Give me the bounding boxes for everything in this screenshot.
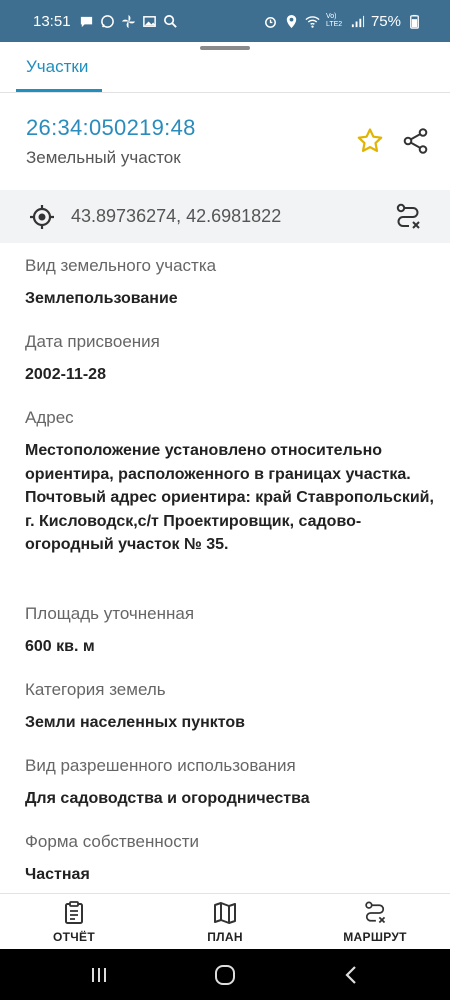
field-address: Адрес Местоположение установлено относит… [25, 407, 435, 557]
nav-plan-label: ПЛАН [207, 930, 243, 944]
coordinates-row[interactable]: 43.89736274, 42.6981822 [0, 190, 450, 243]
nav-report-label: ОТЧЁТ [53, 930, 95, 944]
field-label: Вид разрешенного использования [25, 756, 296, 775]
tab-parcels[interactable]: Участки [14, 52, 100, 92]
field-label: Дата присвоения [25, 332, 160, 351]
field-value: Землепользование [25, 290, 178, 307]
nav-route-button[interactable]: МАРШРУТ [325, 900, 425, 944]
field-permitted-use: Вид разрешенного использования Для садов… [25, 755, 435, 811]
tab-active-indicator [16, 89, 102, 92]
field-value: Частная [25, 866, 90, 883]
chat-icon [80, 16, 92, 27]
route-clear-icon[interactable] [394, 202, 422, 232]
field-land-type: Вид земельного участка Землепользование [25, 255, 435, 311]
map-icon [214, 902, 236, 924]
field-value: Для садоводства и огородничества [25, 790, 310, 807]
field-area: Площадь уточненная 600 кв. м [25, 603, 435, 659]
target-location-icon[interactable] [29, 204, 55, 230]
wifi-icon [305, 15, 320, 28]
search-icon [163, 14, 177, 28]
nav-plan-button[interactable]: ПЛАН [175, 900, 275, 944]
field-label: Адрес [25, 408, 74, 427]
back-icon[interactable] [340, 963, 364, 987]
sheet-drag-handle[interactable] [200, 46, 250, 50]
field-assignment-date: Дата присвоения 2002-11-28 [25, 331, 435, 387]
tab-bar: Участки [0, 52, 450, 93]
field-value: Земли населенных пунктов [25, 714, 246, 731]
field-ownership-form: Форма собственности Частная [25, 831, 435, 887]
field-label: Вид земельного участка [25, 256, 217, 275]
bottom-navigation: ОТЧЁТ ПЛАН МАРШРУТ [0, 893, 450, 950]
favorite-star-icon[interactable] [356, 127, 384, 155]
network-label: Vo) LTE2 [325, 13, 343, 28]
object-type: Земельный участок [26, 148, 181, 167]
battery-icon [410, 14, 419, 29]
parcel-header: 26:34:050219:48 Земельный участок [0, 93, 450, 189]
pinwheel-icon [121, 14, 135, 28]
system-status-icons: Vo) LTE2 75% [263, 13, 422, 30]
report-icon [65, 901, 83, 924]
location-icon [286, 14, 297, 28]
coordinates-text[interactable]: 43.89736274, 42.6981822 [71, 206, 281, 227]
alarm-icon [265, 16, 276, 28]
field-value: 600 кв. м [25, 638, 95, 655]
field-label: Форма собственности [25, 832, 199, 851]
whatsapp-icon [100, 14, 114, 28]
field-label: Категория земель [25, 680, 166, 699]
tab-parcels-label: Участки [26, 57, 89, 76]
system-navigation-bar [0, 949, 450, 1000]
share-icon[interactable] [402, 127, 430, 155]
image-icon [142, 15, 156, 27]
field-value: 2002-11-28 [25, 366, 106, 383]
field-label: Площадь уточненная [25, 604, 195, 623]
route-icon [365, 901, 386, 924]
field-land-category: Категория земель Земли населенных пункто… [25, 679, 435, 735]
cadastral-number[interactable]: 26:34:050219:48 [26, 115, 196, 141]
status-bar: 13:51 Vo) LTE2 75% [0, 0, 450, 42]
field-value: Местоположение установлено относительно … [25, 442, 434, 553]
nav-route-label: МАРШРУТ [343, 930, 407, 944]
home-icon[interactable] [213, 963, 237, 987]
nav-report-button[interactable]: ОТЧЁТ [24, 900, 124, 944]
recent-apps-icon[interactable] [87, 963, 111, 987]
signal-icon [351, 15, 365, 27]
status-time: 13:51 [33, 12, 71, 30]
notification-icons [79, 14, 178, 29]
battery-percent: 75% [370, 12, 401, 30]
